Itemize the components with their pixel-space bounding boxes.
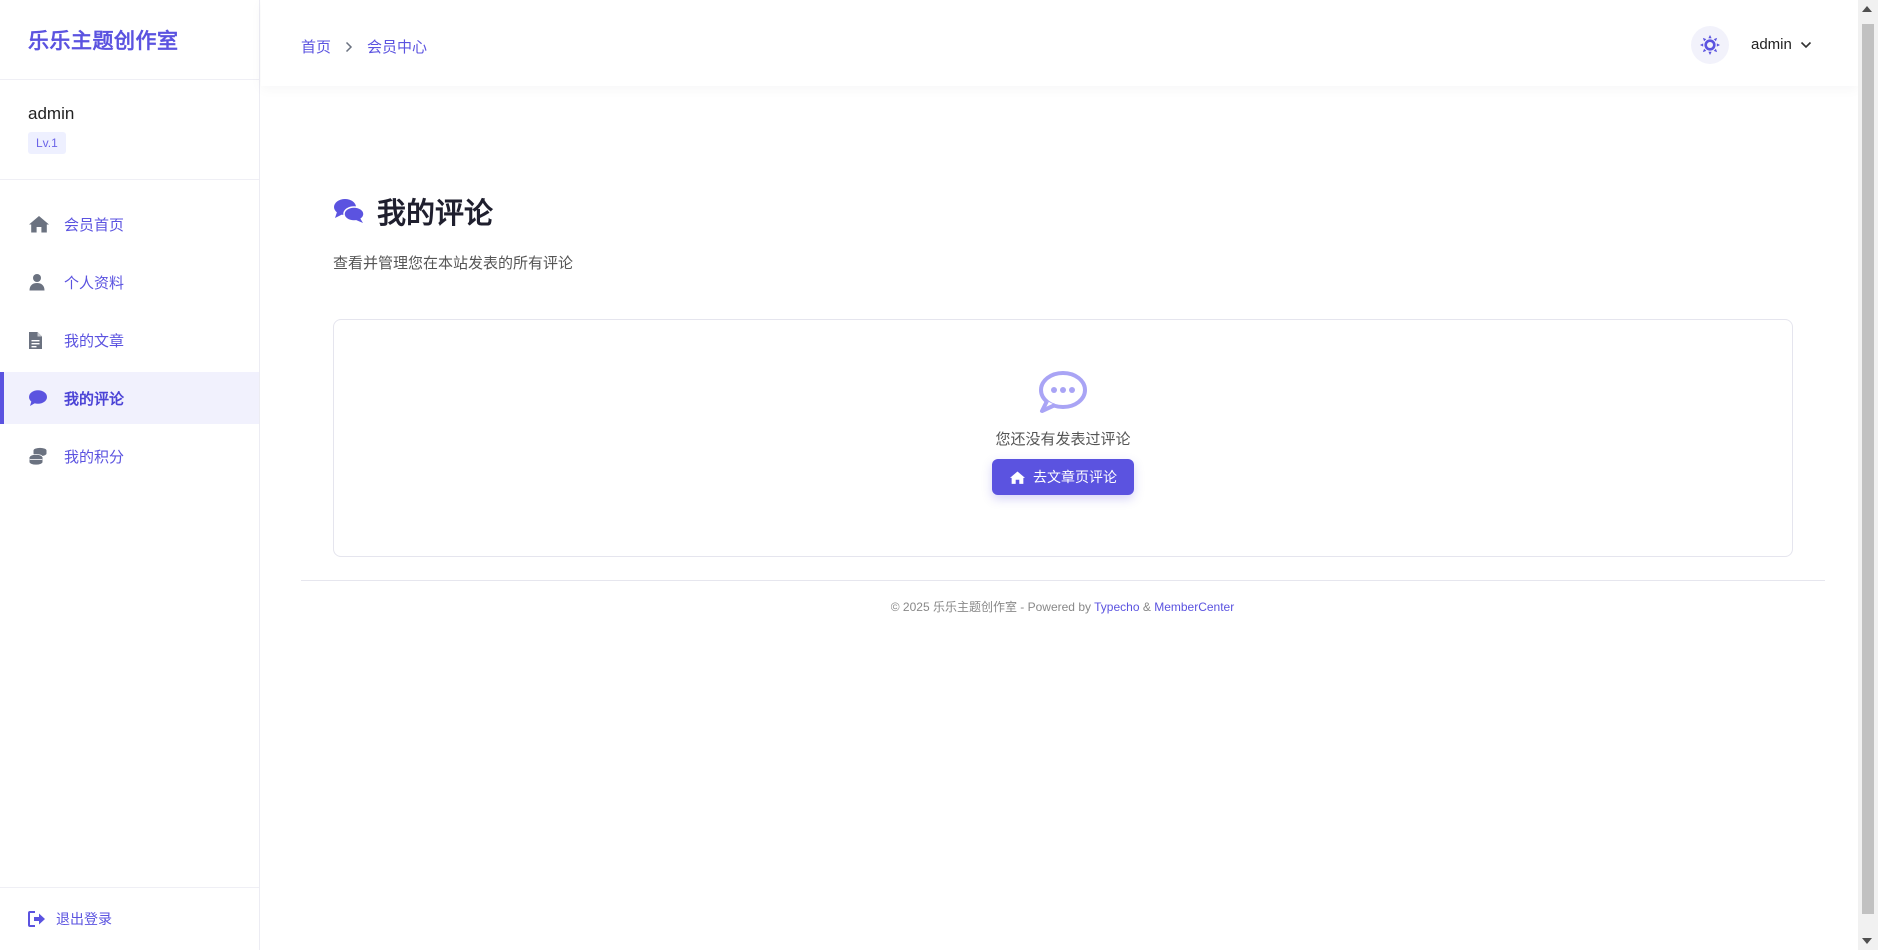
footer-membercenter-link[interactable]: MemberCenter	[1154, 600, 1234, 614]
comment-icon	[28, 386, 52, 410]
footer-ampersand: &	[1142, 600, 1151, 614]
page-scrollbar[interactable]	[1858, 0, 1878, 950]
scrollbar-thumb[interactable]	[1862, 24, 1874, 914]
page-header: 我的评论 查看并管理您在本站发表的所有评论	[333, 190, 573, 273]
main-content: 我的评论 查看并管理您在本站发表的所有评论 您还没有发表过评论 去文章页评论 ©…	[261, 86, 1858, 950]
chevron-right-icon	[345, 41, 353, 53]
sidebar-item-my-points[interactable]: 我的积分	[0, 430, 259, 482]
comment-dots-icon	[1038, 370, 1088, 414]
brand: 乐乐主题创作室	[0, 0, 259, 80]
sidebar-item-label: 会员首页	[64, 216, 125, 234]
page-title-row: 我的评论	[333, 190, 573, 232]
go-comment-button[interactable]: 去文章页评论	[992, 459, 1134, 495]
user-icon	[28, 270, 52, 294]
empty-state-card: 您还没有发表过评论 去文章页评论	[333, 319, 1793, 557]
footer-divider	[301, 580, 1825, 581]
coins-icon	[28, 444, 52, 468]
footer-typecho-link[interactable]: Typecho	[1094, 600, 1139, 614]
page-subtitle: 查看并管理您在本站发表的所有评论	[333, 255, 574, 272]
sidebar-item-my-comments[interactable]: 我的评论	[0, 372, 259, 424]
level-badge: Lv.1	[28, 132, 66, 154]
sidebar-item-profile[interactable]: 个人资料	[0, 256, 259, 308]
logout-label: 退出登录	[56, 911, 112, 927]
profile-name: admin	[28, 104, 75, 123]
sidebar-item-label: 个人资料	[64, 274, 125, 292]
go-comment-button-label: 去文章页评论	[1033, 469, 1117, 485]
brand-title[interactable]: 乐乐主题创作室	[28, 25, 179, 55]
sidebar-item-my-articles[interactable]: 我的文章	[0, 314, 259, 366]
comments-icon	[333, 198, 365, 224]
sidebar: 乐乐主题创作室 admin Lv.1 会员首页 个人资料 我的文章 我的评论 我…	[0, 0, 260, 950]
app: 乐乐主题创作室 admin Lv.1 会员首页 个人资料 我的文章 我的评论 我…	[0, 0, 1878, 950]
logout-button[interactable]: 退出登录	[0, 887, 259, 950]
user-menu-dropdown[interactable]: admin	[1751, 36, 1812, 53]
footer-copyright: © 2025 乐乐主题创作室 - Powered by	[890, 600, 1091, 614]
page-title: 我的评论	[377, 198, 494, 230]
breadcrumb-home-link[interactable]: 首页	[301, 36, 331, 57]
sun-icon	[1700, 35, 1720, 55]
footer: © 2025 乐乐主题创作室 - Powered by Typecho & Me…	[261, 598, 1864, 615]
breadcrumb: 首页 会员中心	[301, 36, 427, 57]
sidebar-item-label: 我的评论	[64, 390, 125, 408]
profile-panel: admin Lv.1	[0, 80, 259, 180]
empty-state-text: 您还没有发表过评论	[995, 431, 1131, 448]
sign-out-icon	[28, 911, 46, 927]
sidebar-item-label: 我的文章	[64, 332, 125, 350]
home-icon	[28, 212, 52, 236]
breadcrumb-member-center-link[interactable]: 会员中心	[367, 36, 427, 57]
sidebar-item-label: 我的积分	[64, 448, 125, 466]
theme-toggle-button[interactable]	[1691, 26, 1729, 64]
file-icon	[28, 328, 52, 352]
home-icon	[1009, 470, 1026, 485]
topbar: 首页 会员中心 admin	[261, 0, 1858, 86]
sidebar-nav: 会员首页 个人资料 我的文章 我的评论 我的积分	[0, 180, 259, 482]
scroll-up-arrow-icon[interactable]	[1862, 6, 1872, 12]
scroll-down-arrow-icon[interactable]	[1862, 938, 1872, 944]
chevron-down-icon	[1800, 41, 1812, 49]
user-menu-label: admin	[1751, 36, 1792, 53]
sidebar-item-member-home[interactable]: 会员首页	[0, 198, 259, 250]
